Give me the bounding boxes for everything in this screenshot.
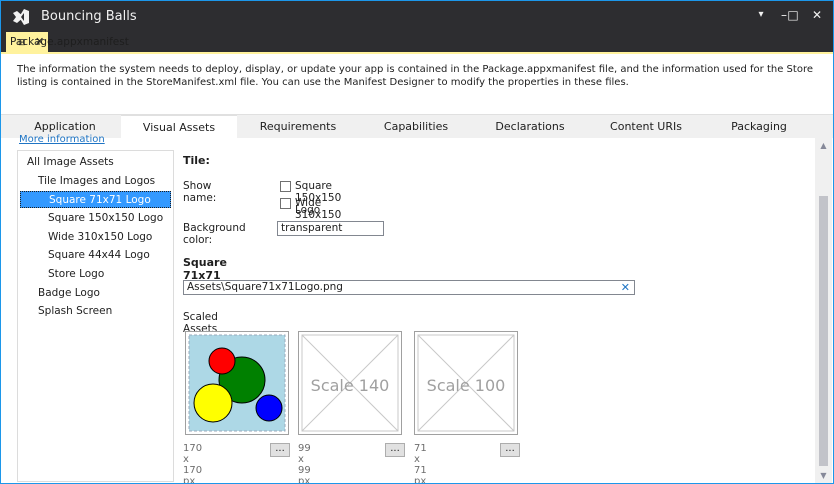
doc-tab-package-manifest[interactable]: Package.appxmanifest ⊟ ✕	[6, 32, 129, 52]
scrollbar-thumb[interactable]	[819, 196, 828, 466]
asset-tree: All Image Assets Tile Images and Logos S…	[17, 150, 174, 482]
maximize-icon[interactable]: □	[781, 5, 805, 25]
show-name-square150-checkbox[interactable]	[280, 181, 291, 192]
scaled-asset-140-size: 99 x 99 px	[298, 443, 311, 484]
visual-studio-logo-icon	[13, 9, 29, 25]
tree-item-wide-310-logo[interactable]: Wide 310x150 Logo	[48, 229, 152, 246]
scroll-down-icon[interactable]: ▼	[819, 472, 828, 480]
tree-item-square-71-logo[interactable]: Square 71x71 Logo	[20, 191, 171, 208]
scaled-asset-140[interactable]: Scale 140	[298, 331, 402, 435]
info-panel: The information the system needs to depl…	[1, 54, 833, 114]
scaled-asset-100-size: 71 x 71 px	[414, 443, 427, 484]
show-name-wide310-checkbox[interactable]	[280, 198, 291, 209]
scroll-up-icon[interactable]: ▲	[819, 142, 828, 150]
document-tab-strip: Package.appxmanifest ⊟ ✕	[1, 32, 833, 54]
dropdown-icon[interactable]: ▾	[749, 5, 773, 25]
visual-assets-content: More information All Image Assets Tile I…	[1, 134, 833, 484]
close-button[interactable]: ✕	[805, 5, 829, 25]
tree-item-store-logo[interactable]: Store Logo	[48, 266, 104, 283]
tab-visual-assets[interactable]: Visual Assets	[121, 115, 237, 140]
title-bar: Bouncing Balls ▾ – □ ✕	[1, 1, 833, 32]
tree-item-badge-logo[interactable]: Badge Logo	[38, 285, 100, 302]
vertical-scrollbar[interactable]: ▲ ▼	[815, 138, 832, 483]
more-information-link[interactable]: More information	[19, 134, 105, 144]
clear-path-icon[interactable]: ✕	[621, 281, 630, 294]
logo-path-value: Assets\Square71x71Logo.png	[187, 281, 343, 293]
app-window: Bouncing Balls ▾ – □ ✕ Package.appxmanif…	[0, 0, 834, 484]
tree-item-square-44-logo[interactable]: Square 44x44 Logo	[48, 247, 150, 264]
show-name-label: Show name:	[183, 180, 217, 204]
doc-tab-label: Package.appxmanifest	[10, 36, 129, 48]
scaled-asset-100[interactable]: Scale 100	[414, 331, 518, 435]
browse-170-button[interactable]: ...	[270, 443, 290, 457]
logo-path-input[interactable]: Assets\Square71x71Logo.png ✕	[183, 280, 635, 295]
info-text: The information the system needs to depl…	[17, 64, 813, 88]
browse-100-button[interactable]: ...	[500, 443, 520, 457]
tree-item-all-image-assets[interactable]: All Image Assets	[27, 154, 114, 171]
tab-declarations[interactable]: Declarations	[475, 115, 585, 139]
scale-100-label: Scale 100	[426, 376, 506, 395]
scaled-asset-170-size: 170 x 170 px	[183, 443, 203, 484]
scale-140-label: Scale 140	[310, 376, 390, 395]
background-color-input[interactable]: transparent	[277, 221, 384, 236]
scaled-asset-170[interactable]	[185, 331, 289, 435]
browse-140-button[interactable]: ...	[385, 443, 405, 457]
background-color-label: Background color:	[183, 222, 246, 246]
bouncing-balls-logo-image	[188, 334, 286, 432]
tree-item-tile-images[interactable]: Tile Images and Logos	[38, 173, 155, 190]
tab-requirements[interactable]: Requirements	[239, 115, 357, 139]
tab-capabilities[interactable]: Capabilities	[359, 115, 473, 139]
manifest-tabs: Application Visual Assets Requirements C…	[1, 114, 833, 140]
tree-item-splash-screen[interactable]: Splash Screen	[38, 303, 112, 320]
tile-heading: Tile:	[183, 154, 210, 167]
tab-packaging[interactable]: Packaging	[707, 115, 811, 139]
tab-content-uris[interactable]: Content URIs	[587, 115, 705, 139]
window-title: Bouncing Balls	[41, 9, 137, 24]
tree-item-square-150-logo[interactable]: Square 150x150 Logo	[48, 210, 163, 227]
